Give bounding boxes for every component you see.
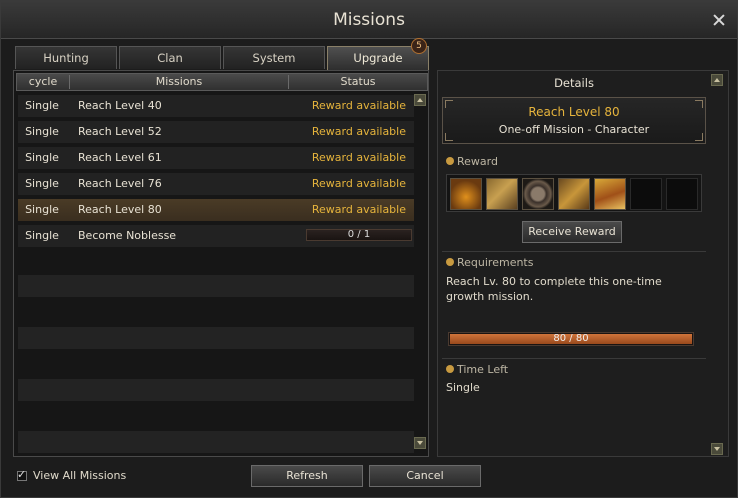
pouch-icon bbox=[446, 157, 454, 165]
column-header-cycle[interactable]: cycle bbox=[17, 74, 69, 90]
row-cycle: Single bbox=[25, 177, 59, 190]
empty-row bbox=[18, 275, 414, 297]
potion-icon[interactable] bbox=[450, 178, 482, 210]
refresh-button[interactable]: Refresh bbox=[251, 465, 363, 487]
row-cycle: Single bbox=[25, 99, 59, 112]
row-progress-bar: 0 / 1 bbox=[306, 229, 412, 241]
row-cycle: Single bbox=[25, 203, 59, 216]
row-cycle: Single bbox=[25, 151, 59, 164]
row-status: Reward available bbox=[311, 99, 406, 112]
time-left-value: Single bbox=[446, 381, 480, 394]
empty-reward-slot bbox=[666, 178, 698, 210]
row-status: Reward available bbox=[311, 151, 406, 164]
mission-type: One-off Mission - Character bbox=[498, 123, 650, 136]
mission-progress-bar: 80 / 80 bbox=[448, 332, 694, 346]
details-title: Details bbox=[554, 76, 594, 90]
scroll-down-arrow-icon[interactable] bbox=[414, 437, 426, 449]
tab-clan[interactable]: Clan bbox=[119, 46, 221, 69]
details-panel: Details Reach Level 80 One-off Mission -… bbox=[437, 70, 729, 457]
reward-section-label: Reward bbox=[446, 155, 498, 168]
details-scroll-down-icon[interactable] bbox=[711, 443, 723, 455]
tab-upgrade-badge: 5 bbox=[411, 38, 427, 54]
time-left-label: Time Left bbox=[457, 363, 509, 376]
requirements-section-label: Requirements bbox=[446, 256, 533, 269]
tab-hunting[interactable]: Hunting bbox=[15, 46, 117, 69]
row-status: Reward available bbox=[311, 203, 406, 216]
reward-items bbox=[446, 174, 702, 212]
row-mission: Become Noblesse bbox=[78, 229, 177, 242]
row-cycle: Single bbox=[25, 229, 59, 242]
tome-icon[interactable] bbox=[486, 178, 518, 210]
column-header-missions[interactable]: Missions bbox=[70, 74, 288, 90]
time-left-section-label: Time Left bbox=[446, 363, 508, 376]
view-all-missions-checkbox[interactable] bbox=[17, 468, 27, 481]
table-row[interactable]: Single Become Noblesse 0 / 1 bbox=[18, 225, 414, 247]
section-divider bbox=[442, 358, 706, 359]
view-all-missions-label[interactable]: View All Missions bbox=[33, 469, 126, 482]
requirements-text: Reach Lv. 80 to complete this one-time g… bbox=[446, 275, 662, 303]
row-mission: Reach Level 40 bbox=[78, 99, 162, 112]
table-row[interactable]: Single Reach Level 61 Reward available bbox=[18, 147, 414, 169]
row-mission: Reach Level 61 bbox=[78, 151, 162, 164]
cancel-button[interactable]: Cancel bbox=[369, 465, 481, 487]
table-row[interactable]: Single Reach Level 40 Reward available bbox=[18, 95, 414, 117]
empty-row bbox=[18, 379, 414, 401]
clock-icon bbox=[446, 365, 454, 373]
table-row[interactable]: Single Reach Level 76 Reward available bbox=[18, 173, 414, 195]
tab-system[interactable]: System bbox=[223, 46, 325, 69]
mission-summary-box: Reach Level 80 One-off Mission - Charact… bbox=[442, 97, 706, 144]
close-icon[interactable] bbox=[713, 14, 725, 26]
progress-text: 80 / 80 bbox=[553, 333, 589, 344]
table-header: cycle Missions Status bbox=[16, 73, 428, 91]
empty-row bbox=[18, 327, 414, 349]
window-title: Missions bbox=[333, 10, 405, 30]
empty-row bbox=[18, 431, 414, 453]
details-scroll-up-icon[interactable] bbox=[711, 74, 723, 86]
title-bar: Missions bbox=[1, 1, 737, 39]
chest-icon[interactable] bbox=[594, 178, 626, 210]
requirements-label: Requirements bbox=[457, 256, 534, 269]
column-header-status[interactable]: Status bbox=[289, 74, 427, 90]
row-cycle: Single bbox=[25, 125, 59, 138]
section-divider bbox=[442, 251, 706, 252]
row-progress-text: 0 / 1 bbox=[347, 229, 371, 240]
empty-reward-slot bbox=[630, 178, 662, 210]
book-icon[interactable] bbox=[558, 178, 590, 210]
row-status: Reward available bbox=[311, 125, 406, 138]
row-mission: Reach Level 80 bbox=[78, 203, 162, 216]
scroll-up-arrow-icon[interactable] bbox=[414, 94, 426, 106]
mission-list-panel: cycle Missions Status Single Reach Level… bbox=[13, 70, 429, 457]
table-row[interactable]: Single Reach Level 52 Reward available bbox=[18, 121, 414, 143]
row-status: Reward available bbox=[311, 177, 406, 190]
reward-label: Reward bbox=[457, 155, 498, 168]
missions-window: Missions Hunting Clan System Upgrade 5 c… bbox=[0, 0, 738, 498]
scroll-icon bbox=[446, 258, 454, 266]
coin-icon[interactable] bbox=[522, 178, 554, 210]
row-mission: Reach Level 76 bbox=[78, 177, 162, 190]
table-row-selected[interactable]: Single Reach Level 80 Reward available bbox=[18, 199, 414, 221]
mission-name: Reach Level 80 bbox=[528, 105, 620, 119]
receive-reward-button[interactable]: Receive Reward bbox=[522, 221, 622, 243]
row-mission: Reach Level 52 bbox=[78, 125, 162, 138]
